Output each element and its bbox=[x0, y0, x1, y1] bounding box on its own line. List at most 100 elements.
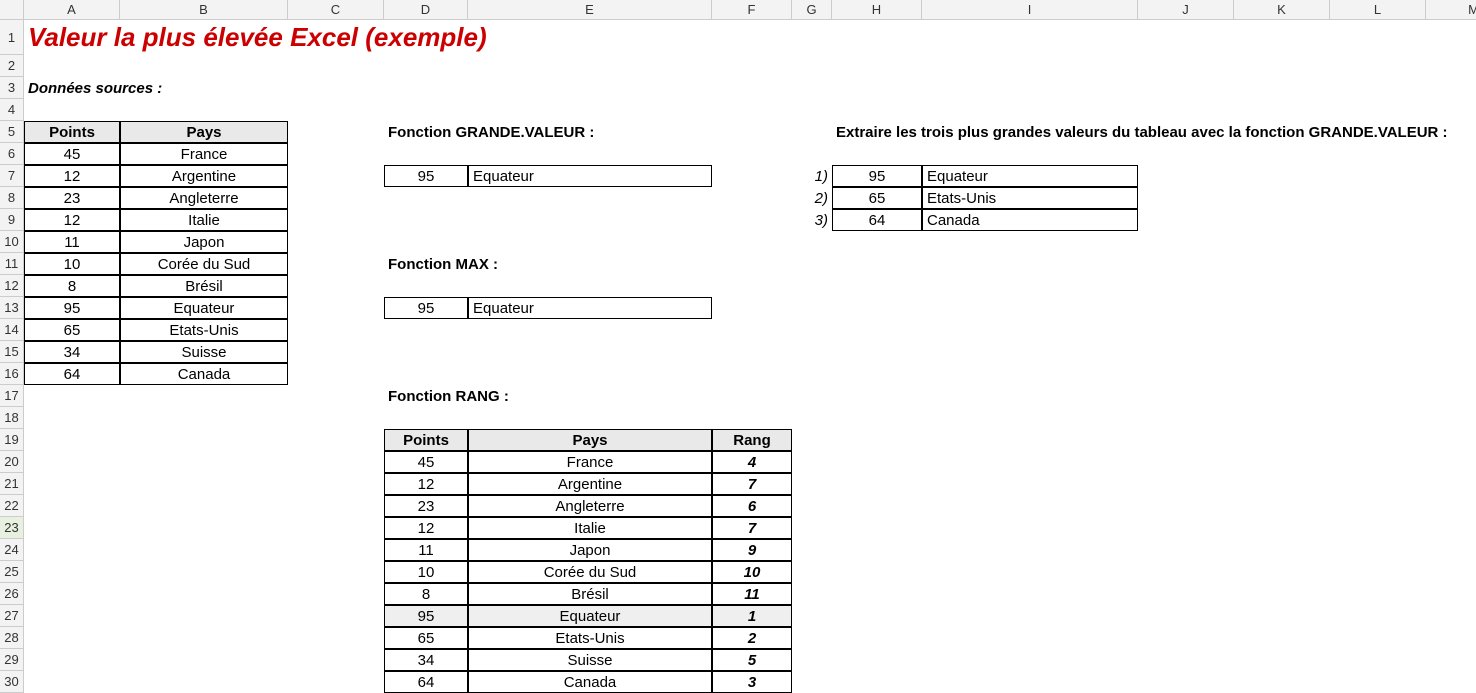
row-header-17[interactable]: 17 bbox=[0, 385, 24, 407]
source-points[interactable]: 12 bbox=[24, 165, 120, 187]
row-header-4[interactable]: 4 bbox=[0, 99, 24, 121]
rang-pays[interactable]: Equateur bbox=[468, 605, 712, 627]
top3-value[interactable]: 64 bbox=[832, 209, 922, 231]
top3-number[interactable]: 3) bbox=[792, 209, 832, 231]
source-pays[interactable]: Equateur bbox=[120, 297, 288, 319]
row-header-3[interactable]: 3 bbox=[0, 77, 24, 99]
row-header-26[interactable]: 26 bbox=[0, 583, 24, 605]
max-name[interactable]: Equateur bbox=[468, 297, 712, 319]
row-header-5[interactable]: 5 bbox=[0, 121, 24, 143]
rang-pays[interactable]: Japon bbox=[468, 539, 712, 561]
col-header-E[interactable]: E bbox=[468, 0, 712, 20]
top3-name[interactable]: Canada bbox=[922, 209, 1138, 231]
row-header-8[interactable]: 8 bbox=[0, 187, 24, 209]
row-header-13[interactable]: 13 bbox=[0, 297, 24, 319]
rang-rank[interactable]: 4 bbox=[712, 451, 792, 473]
source-points[interactable]: 45 bbox=[24, 143, 120, 165]
rang-rank[interactable]: 7 bbox=[712, 473, 792, 495]
rang-points[interactable]: 12 bbox=[384, 473, 468, 495]
row-header-25[interactable]: 25 bbox=[0, 561, 24, 583]
top3-number[interactable]: 1) bbox=[792, 165, 832, 187]
grande-value[interactable]: 95 bbox=[384, 165, 468, 187]
rang-pays[interactable]: Italie bbox=[468, 517, 712, 539]
row-header-29[interactable]: 29 bbox=[0, 649, 24, 671]
source-pays[interactable]: Corée du Sud bbox=[120, 253, 288, 275]
row-header-19[interactable]: 19 bbox=[0, 429, 24, 451]
col-header-H[interactable]: H bbox=[832, 0, 922, 20]
row-header-1[interactable]: 1 bbox=[0, 20, 24, 55]
grande-label[interactable]: Fonction GRANDE.VALEUR : bbox=[384, 121, 792, 143]
top3-label[interactable]: Extraire les trois plus grandes valeurs … bbox=[832, 121, 1476, 143]
top3-name[interactable]: Equateur bbox=[922, 165, 1138, 187]
rang-points[interactable]: 64 bbox=[384, 671, 468, 693]
col-header-M[interactable]: M bbox=[1426, 0, 1476, 20]
row-header-2[interactable]: 2 bbox=[0, 55, 24, 77]
rang-points[interactable]: 45 bbox=[384, 451, 468, 473]
row-header-20[interactable]: 20 bbox=[0, 451, 24, 473]
top3-name[interactable]: Etats-Unis bbox=[922, 187, 1138, 209]
rang-pays[interactable]: Etats-Unis bbox=[468, 627, 712, 649]
rang-points[interactable]: 10 bbox=[384, 561, 468, 583]
rang-points[interactable]: 11 bbox=[384, 539, 468, 561]
rang-points[interactable]: 12 bbox=[384, 517, 468, 539]
row-header-18[interactable]: 18 bbox=[0, 407, 24, 429]
rang-header-points[interactable]: Points bbox=[384, 429, 468, 451]
rang-rank[interactable]: 3 bbox=[712, 671, 792, 693]
top3-value[interactable]: 95 bbox=[832, 165, 922, 187]
row-header-7[interactable]: 7 bbox=[0, 165, 24, 187]
source-pays[interactable]: Argentine bbox=[120, 165, 288, 187]
rang-pays[interactable]: Argentine bbox=[468, 473, 712, 495]
rang-pays[interactable]: Corée du Sud bbox=[468, 561, 712, 583]
source-pays[interactable]: France bbox=[120, 143, 288, 165]
source-points[interactable]: 11 bbox=[24, 231, 120, 253]
rang-points[interactable]: 95 bbox=[384, 605, 468, 627]
rang-rank[interactable]: 9 bbox=[712, 539, 792, 561]
row-header-11[interactable]: 11 bbox=[0, 253, 24, 275]
row-header-9[interactable]: 9 bbox=[0, 209, 24, 231]
row-header-28[interactable]: 28 bbox=[0, 627, 24, 649]
rang-rank[interactable]: 1 bbox=[712, 605, 792, 627]
col-header-L[interactable]: L bbox=[1330, 0, 1426, 20]
col-header-C[interactable]: C bbox=[288, 0, 384, 20]
col-header-B[interactable]: B bbox=[120, 0, 288, 20]
row-header-14[interactable]: 14 bbox=[0, 319, 24, 341]
max-value[interactable]: 95 bbox=[384, 297, 468, 319]
row-header-30[interactable]: 30 bbox=[0, 671, 24, 693]
rang-rank[interactable]: 6 bbox=[712, 495, 792, 517]
col-header-I[interactable]: I bbox=[922, 0, 1138, 20]
row-header-21[interactable]: 21 bbox=[0, 473, 24, 495]
rang-header-pays[interactable]: Pays bbox=[468, 429, 712, 451]
rang-pays[interactable]: Angleterre bbox=[468, 495, 712, 517]
row-header-24[interactable]: 24 bbox=[0, 539, 24, 561]
row-header-6[interactable]: 6 bbox=[0, 143, 24, 165]
source-pays[interactable]: Suisse bbox=[120, 341, 288, 363]
page-title[interactable]: Valeur la plus élevée Excel (exemple) bbox=[24, 20, 792, 55]
rang-rank[interactable]: 7 bbox=[712, 517, 792, 539]
rang-points[interactable]: 23 bbox=[384, 495, 468, 517]
source-points[interactable]: 10 bbox=[24, 253, 120, 275]
rang-rank[interactable]: 10 bbox=[712, 561, 792, 583]
rang-points[interactable]: 8 bbox=[384, 583, 468, 605]
source-pays[interactable]: Brésil bbox=[120, 275, 288, 297]
row-header-12[interactable]: 12 bbox=[0, 275, 24, 297]
col-header-F[interactable]: F bbox=[712, 0, 792, 20]
row-header-15[interactable]: 15 bbox=[0, 341, 24, 363]
col-header-G[interactable]: G bbox=[792, 0, 832, 20]
col-header-K[interactable]: K bbox=[1234, 0, 1330, 20]
rang-rank[interactable]: 2 bbox=[712, 627, 792, 649]
sources-label[interactable]: Données sources : bbox=[24, 77, 384, 99]
source-points[interactable]: 95 bbox=[24, 297, 120, 319]
row-header-23[interactable]: 23 bbox=[0, 517, 24, 539]
source-header-points[interactable]: Points bbox=[24, 121, 120, 143]
row-header-22[interactable]: 22 bbox=[0, 495, 24, 517]
source-points[interactable]: 12 bbox=[24, 209, 120, 231]
row-header-16[interactable]: 16 bbox=[0, 363, 24, 385]
grande-name[interactable]: Equateur bbox=[468, 165, 712, 187]
source-pays[interactable]: Japon bbox=[120, 231, 288, 253]
rang-pays[interactable]: Brésil bbox=[468, 583, 712, 605]
source-points[interactable]: 8 bbox=[24, 275, 120, 297]
top3-number[interactable]: 2) bbox=[792, 187, 832, 209]
source-header-pays[interactable]: Pays bbox=[120, 121, 288, 143]
source-points[interactable]: 64 bbox=[24, 363, 120, 385]
rang-header-rang[interactable]: Rang bbox=[712, 429, 792, 451]
